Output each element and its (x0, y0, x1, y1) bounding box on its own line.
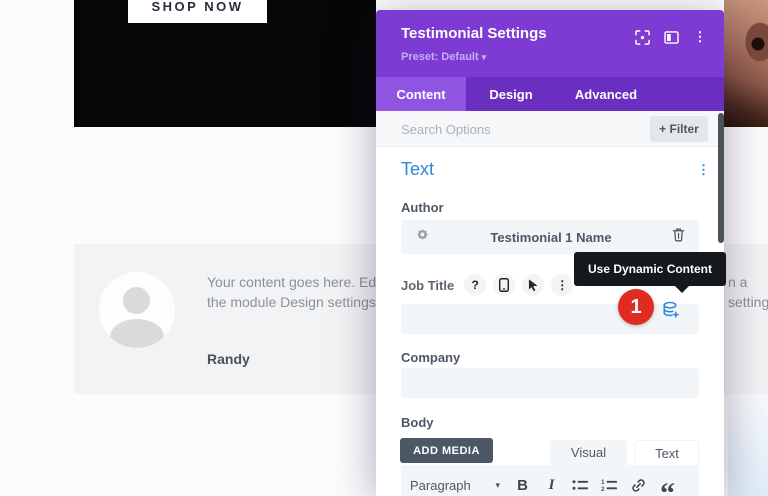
paragraph-style-dropdown[interactable]: Paragraph ▾ (410, 478, 508, 493)
testimonial-author-name: Randy (207, 351, 250, 367)
settings-tabbar: Content Design Advanced (376, 77, 724, 111)
svg-text:1: 1 (601, 480, 605, 486)
gear-icon[interactable] (415, 227, 430, 247)
testimonial-content-line1: Your content goes here. Edit o (207, 274, 395, 290)
add-media-button[interactable]: ADD MEDIA (400, 438, 493, 463)
avatar-head-shape (123, 287, 150, 314)
hover-cursor-icon[interactable] (522, 274, 545, 296)
model-photo (724, 0, 768, 127)
search-options-bar: + Filter (376, 111, 724, 147)
job-title-field-label: Job Title (401, 277, 455, 293)
step-annotation-badge: 1 (618, 289, 654, 325)
help-icon[interactable]: ? (464, 274, 487, 296)
dynamic-content-tooltip: Use Dynamic Content (574, 252, 726, 293)
avatar (99, 272, 175, 348)
trash-icon[interactable] (672, 227, 685, 247)
editor-tab-visual[interactable]: Visual (550, 440, 627, 465)
numbered-list-icon[interactable]: 1 2 (595, 474, 624, 496)
options-ellipsis-icon[interactable]: ⋮ (551, 274, 574, 296)
section-toggle-text[interactable]: Text (401, 159, 434, 180)
modal-scrollbar-thumb[interactable] (718, 113, 724, 243)
page-background-tint (728, 376, 768, 496)
hero-section: SHOP NOW (74, 0, 376, 127)
tab-design[interactable]: Design (466, 77, 556, 111)
screen: SHOP NOW Your content goes here. Edit o … (0, 0, 768, 496)
author-input[interactable]: Testimonial 1 Name (401, 220, 699, 254)
author-field-label: Author (401, 200, 444, 215)
svg-text:2: 2 (601, 487, 605, 492)
job-title-label-row: Job Title ? ⋮ (401, 274, 574, 296)
caret-down-icon: ▾ (495, 480, 500, 490)
body-field-label: Body (401, 415, 434, 430)
filter-button[interactable]: + Filter (650, 116, 708, 142)
company-field-label: Company (401, 350, 461, 365)
testimonial-content-line1-right: n a (728, 274, 748, 290)
shop-now-button[interactable]: SHOP NOW (128, 0, 267, 23)
testimonial-content-line2-right: settings (728, 294, 768, 310)
job-title-input[interactable] (401, 304, 699, 334)
tab-content[interactable]: Content (376, 77, 466, 111)
search-options-input[interactable] (401, 111, 591, 147)
testimonial-content-line2: the module Design settings ar (207, 294, 393, 310)
company-input[interactable] (401, 368, 699, 398)
expand-modal-icon[interactable] (634, 29, 650, 45)
tab-advanced[interactable]: Advanced (556, 77, 656, 111)
caret-down-icon: ▾ (481, 52, 487, 62)
responsive-phone-icon[interactable] (493, 274, 516, 296)
modal-menu-icon[interactable]: ⋮ (692, 29, 708, 45)
shop-now-label: SHOP NOW (151, 0, 244, 14)
italic-button[interactable]: I (537, 474, 566, 496)
link-icon[interactable] (624, 474, 653, 496)
modal-title: Testimonial Settings (401, 25, 547, 42)
modal-header[interactable]: Testimonial Settings Preset: Default ▾ ⋮ (376, 10, 724, 77)
blockquote-icon[interactable]: “ (653, 474, 682, 496)
avatar-shoulders-shape (110, 319, 164, 348)
section-menu-icon[interactable]: ⋮ (697, 162, 710, 178)
bold-button[interactable]: B (508, 474, 537, 496)
editor-toolbar: Paragraph ▾ B I 1 2 “ (401, 465, 699, 496)
preset-dropdown[interactable]: Preset: Default ▾ (401, 51, 486, 63)
dynamic-content-icon[interactable] (662, 301, 680, 319)
bullet-list-icon[interactable] (566, 474, 595, 496)
testimonial-settings-modal: Testimonial Settings Preset: Default ▾ ⋮… (376, 10, 726, 496)
author-field-value: Testimonial 1 Name (490, 229, 612, 245)
modal-position-icon[interactable] (663, 29, 679, 45)
editor-tab-text[interactable]: Text (635, 440, 699, 465)
